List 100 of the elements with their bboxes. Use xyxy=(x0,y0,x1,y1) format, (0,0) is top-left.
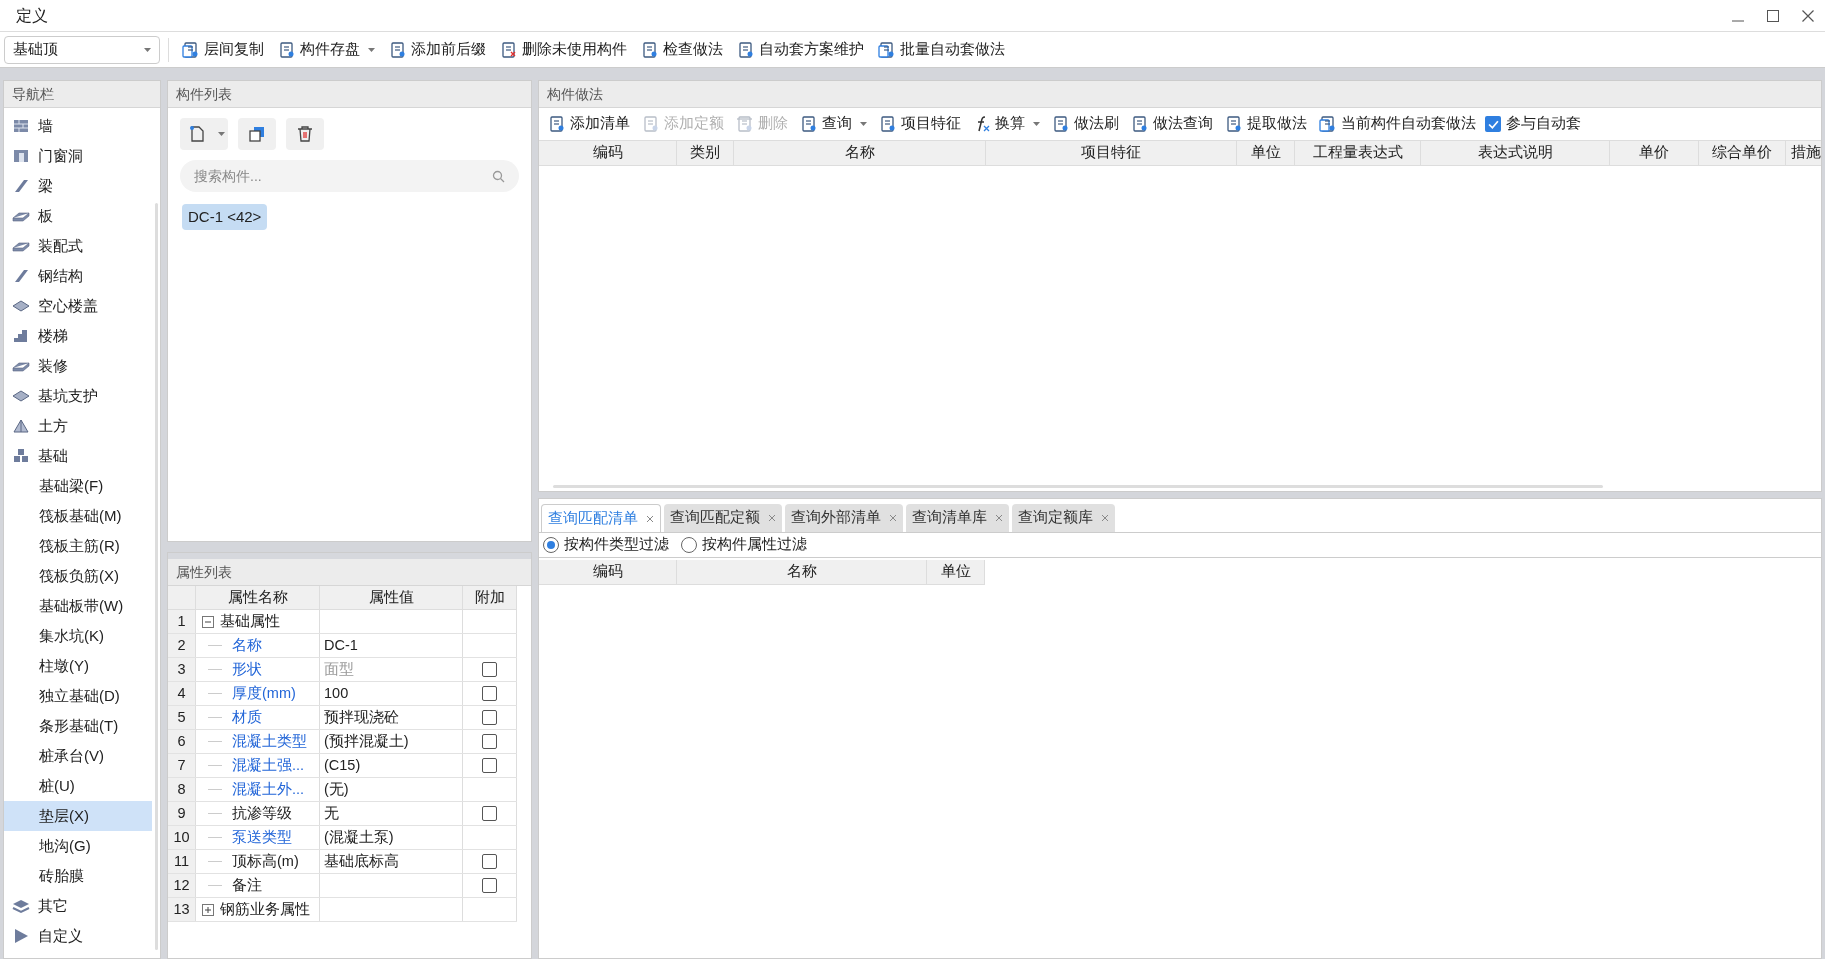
toolbar-button[interactable]: 做法刷 xyxy=(1047,110,1124,138)
property-name[interactable]: 材质 xyxy=(232,706,262,729)
column-header: 编码 xyxy=(539,560,677,585)
nav-item[interactable]: 筏板负筋(X) xyxy=(4,561,152,591)
toolbar-button[interactable]: 做法查询 xyxy=(1126,110,1218,138)
property-value[interactable]: (无) xyxy=(324,778,349,801)
tab[interactable]: 查询清单库 xyxy=(906,504,1009,532)
nav-item[interactable]: 条形基础(T) xyxy=(4,711,152,741)
nav-item[interactable]: 楼梯 xyxy=(4,321,152,351)
toolbar-button[interactable]: 项目特征 xyxy=(874,110,966,138)
property-value[interactable]: 预拌现浇砼 xyxy=(324,706,399,729)
property-value[interactable]: (C15) xyxy=(324,754,361,777)
property-value[interactable]: 基础底标高 xyxy=(324,850,399,873)
property-value[interactable]: (混凝土泵) xyxy=(324,826,394,849)
property-name[interactable]: 混凝土强... xyxy=(232,754,305,777)
property-name: 备注 xyxy=(232,875,262,895)
close-icon[interactable] xyxy=(1101,514,1109,522)
radio-button[interactable] xyxy=(543,537,559,553)
nav-item[interactable]: 板 xyxy=(4,201,152,231)
tab[interactable]: 查询匹配清单 xyxy=(541,504,661,532)
toolbar-button[interactable]: 检查做法 xyxy=(636,35,728,64)
property-name[interactable]: 厚度(mm) xyxy=(232,682,296,705)
scrollbar[interactable] xyxy=(553,484,1603,488)
nav-item[interactable]: 集水坑(K) xyxy=(4,621,152,651)
property-value[interactable]: 100 xyxy=(324,682,349,705)
checkbox[interactable] xyxy=(482,758,497,773)
tab[interactable]: 查询外部清单 xyxy=(785,504,903,532)
maximize-icon xyxy=(1766,9,1779,22)
nav-item[interactable]: 装配式 xyxy=(4,231,152,261)
toolbar-button[interactable]: 换算 xyxy=(968,110,1045,138)
property-name[interactable]: 混凝土类型 xyxy=(232,730,307,753)
checkbox[interactable] xyxy=(482,854,497,869)
nav-item[interactable]: 基础梁(F) xyxy=(4,471,152,501)
row-number: 13 xyxy=(168,898,196,921)
toolbar-button[interactable]: 自动套方案维护 xyxy=(732,35,869,64)
nav-item[interactable]: 基础板带(W) xyxy=(4,591,152,621)
auto-checkbox[interactable]: 参与自动套 xyxy=(1485,113,1581,135)
toolbar-button[interactable]: 构件存盘 xyxy=(273,35,380,64)
caret-icon xyxy=(368,47,375,52)
nav-item[interactable]: 垫层(X) xyxy=(4,801,152,831)
toolbar-button[interactable]: 添加前后缀 xyxy=(384,35,491,64)
close-icon[interactable] xyxy=(646,514,654,523)
collapse-icon[interactable] xyxy=(202,615,214,628)
close-icon[interactable] xyxy=(768,514,776,522)
radio-option[interactable]: 按构件类型过滤 xyxy=(543,534,669,556)
nav-item[interactable]: 基础 xyxy=(4,441,152,471)
checkbox[interactable] xyxy=(482,734,497,749)
toolbar-button[interactable]: 查询 xyxy=(795,110,872,138)
tab[interactable]: 查询匹配定额 xyxy=(664,504,782,532)
search-field[interactable]: 搜索构件... xyxy=(180,160,519,192)
nav-item[interactable]: 钢结构 xyxy=(4,261,152,291)
list-icon xyxy=(879,115,897,133)
nav-item[interactable]: 自定义 xyxy=(4,921,152,951)
property-name[interactable]: 名称 xyxy=(232,634,262,657)
delete-button[interactable] xyxy=(286,118,324,150)
radio-button[interactable] xyxy=(681,537,697,553)
scrollbar[interactable] xyxy=(155,203,158,950)
close-icon[interactable] xyxy=(995,514,1003,522)
column-header: 编码 xyxy=(539,141,677,165)
property-value[interactable]: 无 xyxy=(324,802,339,825)
nav-item[interactable]: 桩(U) xyxy=(4,771,152,801)
component-item[interactable]: DC-1 <42> xyxy=(182,204,268,230)
toolbar-button[interactable]: 当前构件自动套做法 xyxy=(1314,110,1481,138)
nav-item[interactable]: 独立基础(D) xyxy=(4,681,152,711)
toolbar-button[interactable]: 批量自动套做法 xyxy=(873,35,1010,64)
nav-item[interactable]: 柱墩(Y) xyxy=(4,651,152,681)
floor-dropdown[interactable]: 基础顶 xyxy=(4,35,160,64)
nav-item[interactable]: 装修 xyxy=(4,351,152,381)
close-icon[interactable] xyxy=(889,514,897,522)
checkbox[interactable] xyxy=(482,878,497,893)
property-value[interactable]: DC-1 xyxy=(324,634,358,657)
nav-item[interactable]: 墙 xyxy=(4,111,152,141)
nav-item[interactable]: 土方 xyxy=(4,411,152,441)
property-value[interactable]: (预拌混凝土) xyxy=(324,730,409,753)
toolbar-button[interactable]: 添加清单 xyxy=(543,110,635,138)
toolbar-button[interactable]: 提取做法 xyxy=(1220,110,1312,138)
checkbox[interactable] xyxy=(482,710,497,725)
tab[interactable]: 查询定额库 xyxy=(1012,504,1115,532)
nav-item[interactable]: 筏板主筋(R) xyxy=(4,531,152,561)
property-name[interactable]: 泵送类型 xyxy=(232,826,292,849)
nav-item[interactable]: 砖胎膜 xyxy=(4,861,152,891)
nav-item[interactable]: 筏板基础(M) xyxy=(4,501,152,531)
nav-item[interactable]: 基坑支护 xyxy=(4,381,152,411)
checkbox[interactable] xyxy=(1485,116,1501,132)
nav-item[interactable]: 其它 xyxy=(4,891,152,921)
toolbar-button[interactable]: 层间复制 xyxy=(177,35,269,64)
expand-icon[interactable] xyxy=(202,903,214,916)
toolbar-button[interactable]: 删除未使用构件 xyxy=(495,35,632,64)
nav-item[interactable]: 地沟(G) xyxy=(4,831,152,861)
checkbox[interactable] xyxy=(482,686,497,701)
radio-option[interactable]: 按构件属性过滤 xyxy=(681,534,807,556)
row-number: 11 xyxy=(168,850,196,873)
checkbox[interactable] xyxy=(482,806,497,821)
nav-item[interactable]: 门窗洞 xyxy=(4,141,152,171)
nav-item[interactable]: 梁 xyxy=(4,171,152,201)
nav-item[interactable]: 桩承台(V) xyxy=(4,741,152,771)
copy-button[interactable] xyxy=(238,118,276,150)
caret-icon xyxy=(1033,122,1040,126)
property-name[interactable]: 混凝土外... xyxy=(232,778,305,801)
nav-item[interactable]: 空心楼盖 xyxy=(4,291,152,321)
